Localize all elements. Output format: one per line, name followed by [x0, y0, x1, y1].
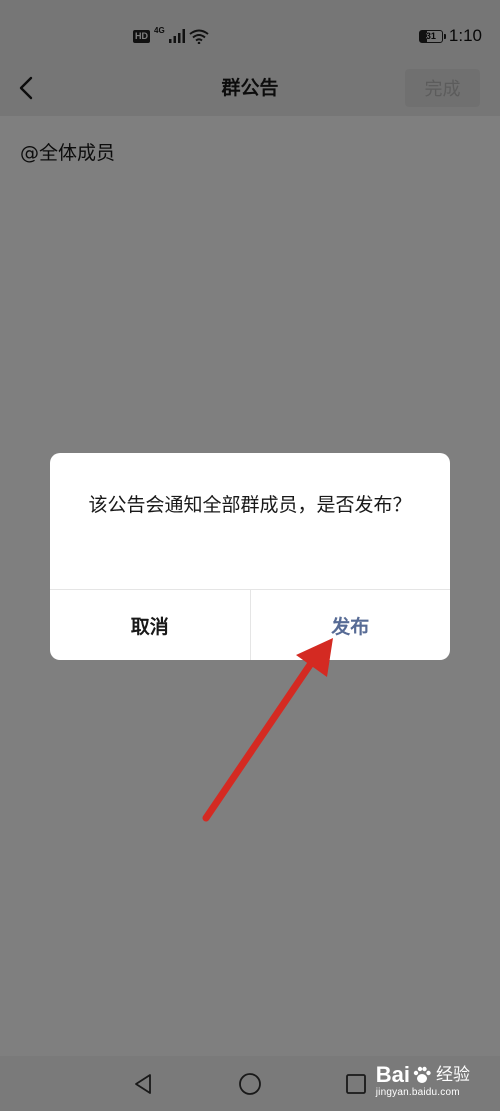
- dialog-message: 该公告会通知全部群成员，是否发布？: [88, 494, 412, 516]
- baidu-jingyan-watermark: Bai 经验 jingyan.baidu.com: [376, 1063, 470, 1099]
- confirm-dialog: 该公告会通知全部群成员，是否发布？ 取消 发布: [50, 453, 450, 660]
- cancel-button[interactable]: 取消: [50, 590, 251, 660]
- watermark-brand-a: Bai: [375, 1062, 410, 1087]
- dialog-actions: 取消 发布: [50, 589, 450, 660]
- paw-icon: [413, 1066, 431, 1083]
- watermark-brand-b: 经验: [436, 1065, 470, 1084]
- publish-button[interactable]: 发布: [251, 590, 451, 660]
- watermark-url: jingyan.baidu.com: [375, 1087, 460, 1098]
